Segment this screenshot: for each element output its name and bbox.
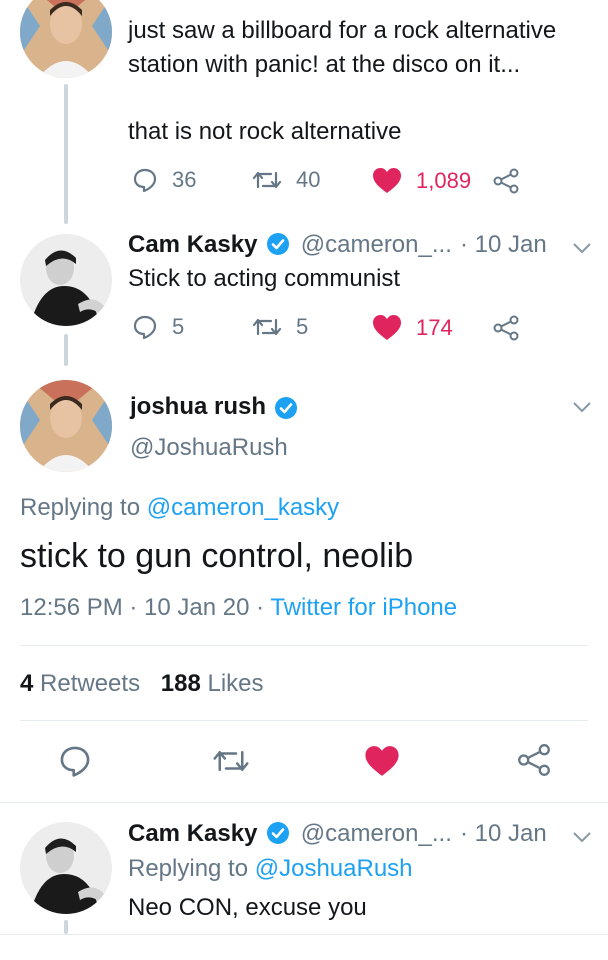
reply-count: 5	[172, 314, 185, 339]
thread-line	[64, 334, 68, 366]
avatar-cam-kasky[interactable]	[20, 234, 112, 326]
retweet-count: 40	[296, 167, 321, 192]
engagement-stats: 4 Retweets 188 Likes	[20, 670, 264, 698]
author-name[interactable]: joshua rush	[130, 393, 266, 420]
share-icon	[493, 168, 519, 194]
speech-bubble-icon	[60, 746, 90, 777]
main-tweet-text: stick to gun control, neolib	[20, 537, 414, 575]
retweet-button[interactable]: 5	[252, 314, 308, 340]
tweet-header: Cam Kasky @cameron_...	[128, 820, 452, 849]
like-button[interactable]: 1,089	[372, 167, 471, 194]
reply-button[interactable]: 5	[132, 314, 184, 340]
retweet-icon	[252, 318, 282, 336]
main-author: joshua rush	[130, 393, 298, 424]
like-count: 1,089	[416, 167, 472, 193]
author-handle[interactable]: @JoshuaRush	[130, 434, 288, 462]
share-button[interactable]	[492, 167, 520, 195]
avatar-cam-kasky[interactable]	[20, 822, 112, 914]
thread-line	[64, 920, 68, 934]
likes-stat[interactable]: 188 Likes	[161, 670, 264, 697]
chevron-down-icon[interactable]	[572, 831, 592, 843]
chevron-down-icon[interactable]	[572, 242, 592, 254]
heart-icon	[373, 168, 401, 193]
heart-icon	[373, 315, 401, 340]
chevron-down-icon[interactable]	[572, 401, 592, 413]
replying-to-link[interactable]: @JoshuaRush	[255, 855, 413, 882]
verified-badge-icon	[267, 232, 290, 255]
replying-to-link[interactable]: @cameron_kasky	[147, 494, 339, 521]
avatar-joshua-rush[interactable]	[20, 380, 112, 472]
tweet-text-line: just saw a billboard for a rock alternat…	[128, 17, 557, 44]
retweet-button[interactable]: 40	[252, 167, 320, 193]
like-button[interactable]: 174	[372, 314, 453, 341]
speech-bubble-icon	[133, 168, 157, 193]
tweet-meta: 12:56 PM · 10 Jan 20 · Twitter for iPhon…	[20, 594, 457, 622]
share-icon	[493, 315, 519, 341]
tweet-source[interactable]: Twitter for iPhone	[270, 594, 457, 621]
divider	[20, 645, 588, 646]
author-name[interactable]: Cam Kasky	[128, 231, 257, 258]
reply-count: 36	[172, 167, 197, 192]
reply-button[interactable]	[58, 744, 92, 778]
divider	[20, 720, 588, 721]
thread-line	[64, 84, 68, 224]
share-button[interactable]	[492, 314, 520, 342]
speech-bubble-icon	[133, 315, 157, 340]
author-handle[interactable]: @cameron_...	[301, 820, 452, 847]
tweet-text: Stick to acting communist	[128, 265, 401, 292]
replying-prefix: Replying to	[128, 855, 249, 882]
like-button[interactable]	[364, 745, 400, 777]
tweet-date[interactable]: · 10 Jan	[460, 820, 547, 848]
tweet-text: Neo CON, excuse you	[128, 894, 367, 921]
replying-to: Replying to @JoshuaRush	[128, 855, 413, 883]
tweet-header: Cam Kasky @cameron_...	[128, 231, 452, 260]
divider	[0, 934, 608, 935]
likes-label: Likes	[207, 670, 264, 697]
verified-badge-icon	[267, 821, 290, 844]
replying-prefix: Replying to	[20, 494, 141, 521]
tweet-timestamp[interactable]: 12:56 PM · 10 Jan 20 ·	[20, 594, 264, 621]
author-name[interactable]: Cam Kasky	[128, 820, 257, 847]
heart-icon	[365, 746, 399, 776]
share-icon	[518, 744, 550, 776]
like-count: 174	[416, 314, 453, 340]
reply-button[interactable]: 36	[132, 167, 196, 193]
retweet-icon	[213, 751, 249, 771]
retweet-button[interactable]	[212, 746, 250, 776]
retweets-label: Retweets	[40, 670, 141, 697]
author-handle[interactable]: @cameron_...	[301, 231, 452, 258]
tweet-text-line: station with panic! at the disco on it..…	[128, 51, 521, 78]
verified-badge-icon	[275, 396, 298, 419]
retweet-count: 5	[296, 314, 309, 339]
tweet-text-line: that is not rock alternative	[128, 118, 402, 145]
avatar-joshua-top[interactable]	[20, 0, 112, 78]
retweet-total: 4	[20, 670, 34, 697]
replying-to: Replying to @cameron_kasky	[20, 494, 339, 522]
retweets-stat[interactable]: 4 Retweets	[20, 670, 147, 697]
share-button[interactable]	[516, 742, 552, 778]
divider	[0, 802, 608, 803]
tweet-date[interactable]: · 10 Jan	[460, 231, 547, 259]
like-total: 188	[160, 670, 201, 697]
retweet-icon	[252, 171, 282, 189]
